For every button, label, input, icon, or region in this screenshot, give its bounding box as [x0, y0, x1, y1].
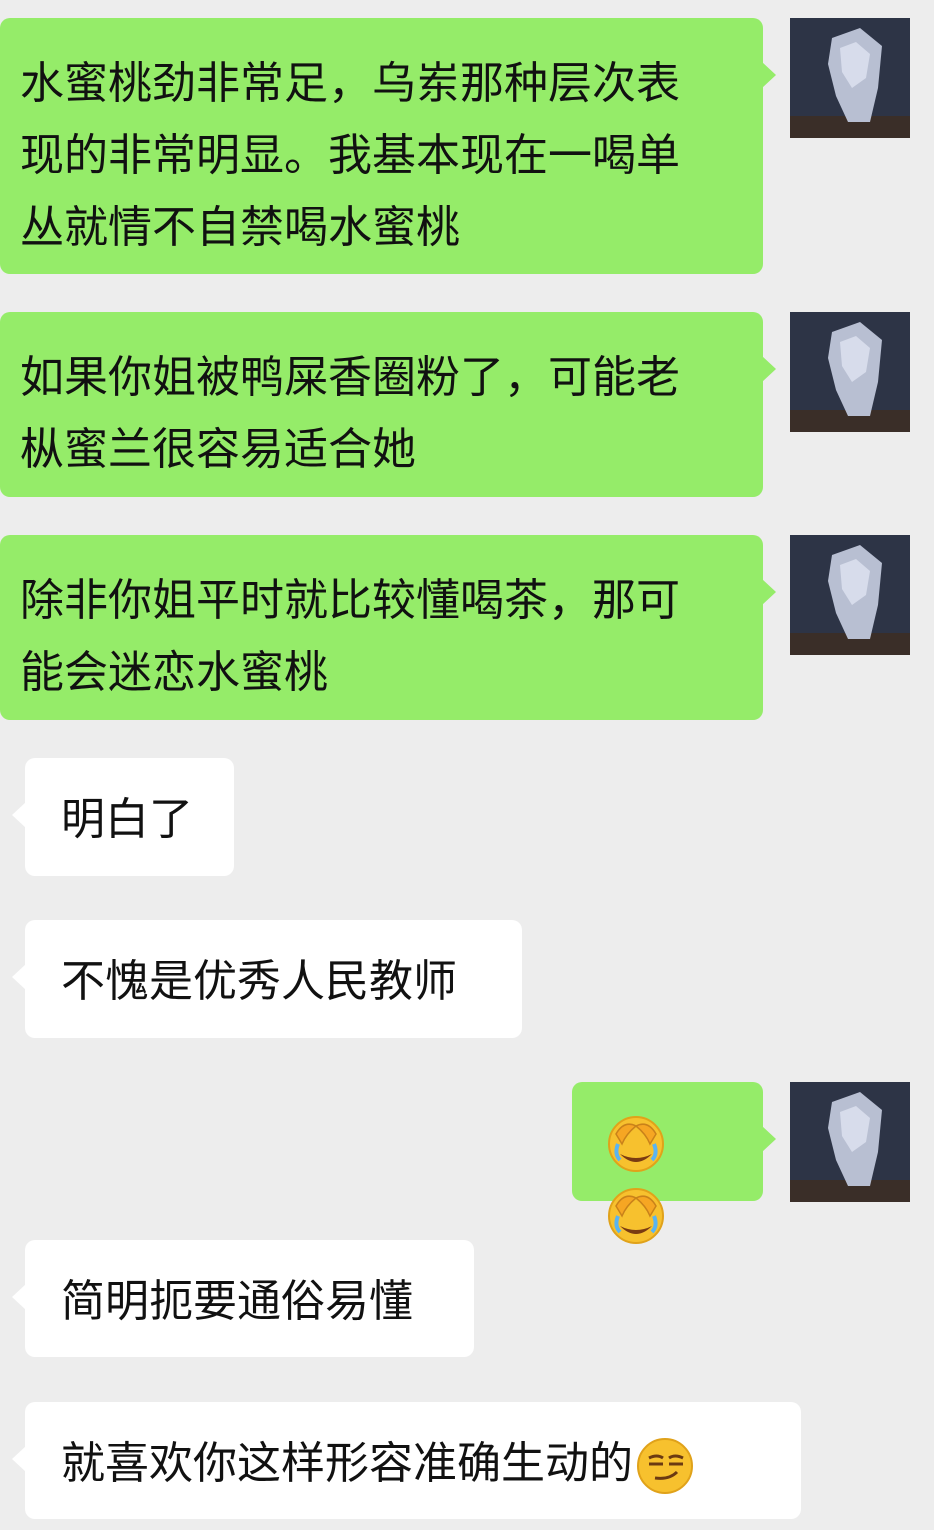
message-text-line: 如果你姐被鸭屎香圈粉了，可能老 — [20, 352, 680, 403]
message-text-line: 能会迷恋水蜜桃 — [20, 647, 328, 698]
message-bubble-outgoing[interactable] — [572, 1082, 776, 1244]
facepalm-crying-emoji — [608, 1188, 664, 1244]
message-text: 不愧是优秀人民教师 — [61, 956, 457, 1007]
facepalm-crying-emoji — [608, 1116, 664, 1172]
message-text-line: 枞蜜兰很容易适合她 — [20, 424, 416, 475]
message-bubble-incoming[interactable]: 简明扼要通俗易懂 — [12, 1240, 474, 1357]
message-bubble-incoming[interactable]: 不愧是优秀人民教师 — [12, 920, 522, 1038]
message-content: 就喜欢你这样形容准确生动的 — [61, 1428, 767, 1500]
message-bubble-incoming[interactable]: 就喜欢你这样形容准确生动的 — [12, 1402, 801, 1519]
message-text: 就喜欢你这样形容准确生动的 — [61, 1438, 633, 1489]
message-bubble-outgoing[interactable]: 如果你姐被鸭屎香圈粉了，可能老 枞蜜兰很容易适合她 — [0, 312, 776, 497]
avatar[interactable] — [790, 1082, 910, 1202]
message-bubble-outgoing[interactable]: 水蜜桃劲非常足，乌岽那种层次表 现的非常明显。我基本现在一喝单 丛就情不自禁喝水… — [0, 18, 776, 274]
avatar[interactable] — [790, 312, 910, 432]
avatar-image — [790, 535, 910, 655]
avatar[interactable] — [790, 535, 910, 655]
message-text-line: 水蜜桃劲非常足，乌岽那种层次表 — [20, 58, 680, 109]
avatar-image — [790, 18, 910, 138]
avatar[interactable] — [790, 18, 910, 138]
message-text-line: 丛就情不自禁喝水蜜桃 — [20, 202, 460, 253]
avatar-image — [790, 312, 910, 432]
avatar-image — [790, 1082, 910, 1202]
smirk-emoji — [637, 1438, 693, 1494]
message-bubble-incoming[interactable]: 明白了 — [12, 758, 234, 876]
message-text-line: 除非你姐平时就比较懂喝茶，那可 — [20, 575, 680, 626]
message-text: 简明扼要通俗易懂 — [61, 1276, 413, 1327]
message-text: 明白了 — [61, 794, 193, 845]
message-text-line: 现的非常明显。我基本现在一喝单 — [20, 130, 680, 181]
message-bubble-outgoing[interactable]: 除非你姐平时就比较懂喝茶，那可 能会迷恋水蜜桃 — [0, 535, 776, 720]
